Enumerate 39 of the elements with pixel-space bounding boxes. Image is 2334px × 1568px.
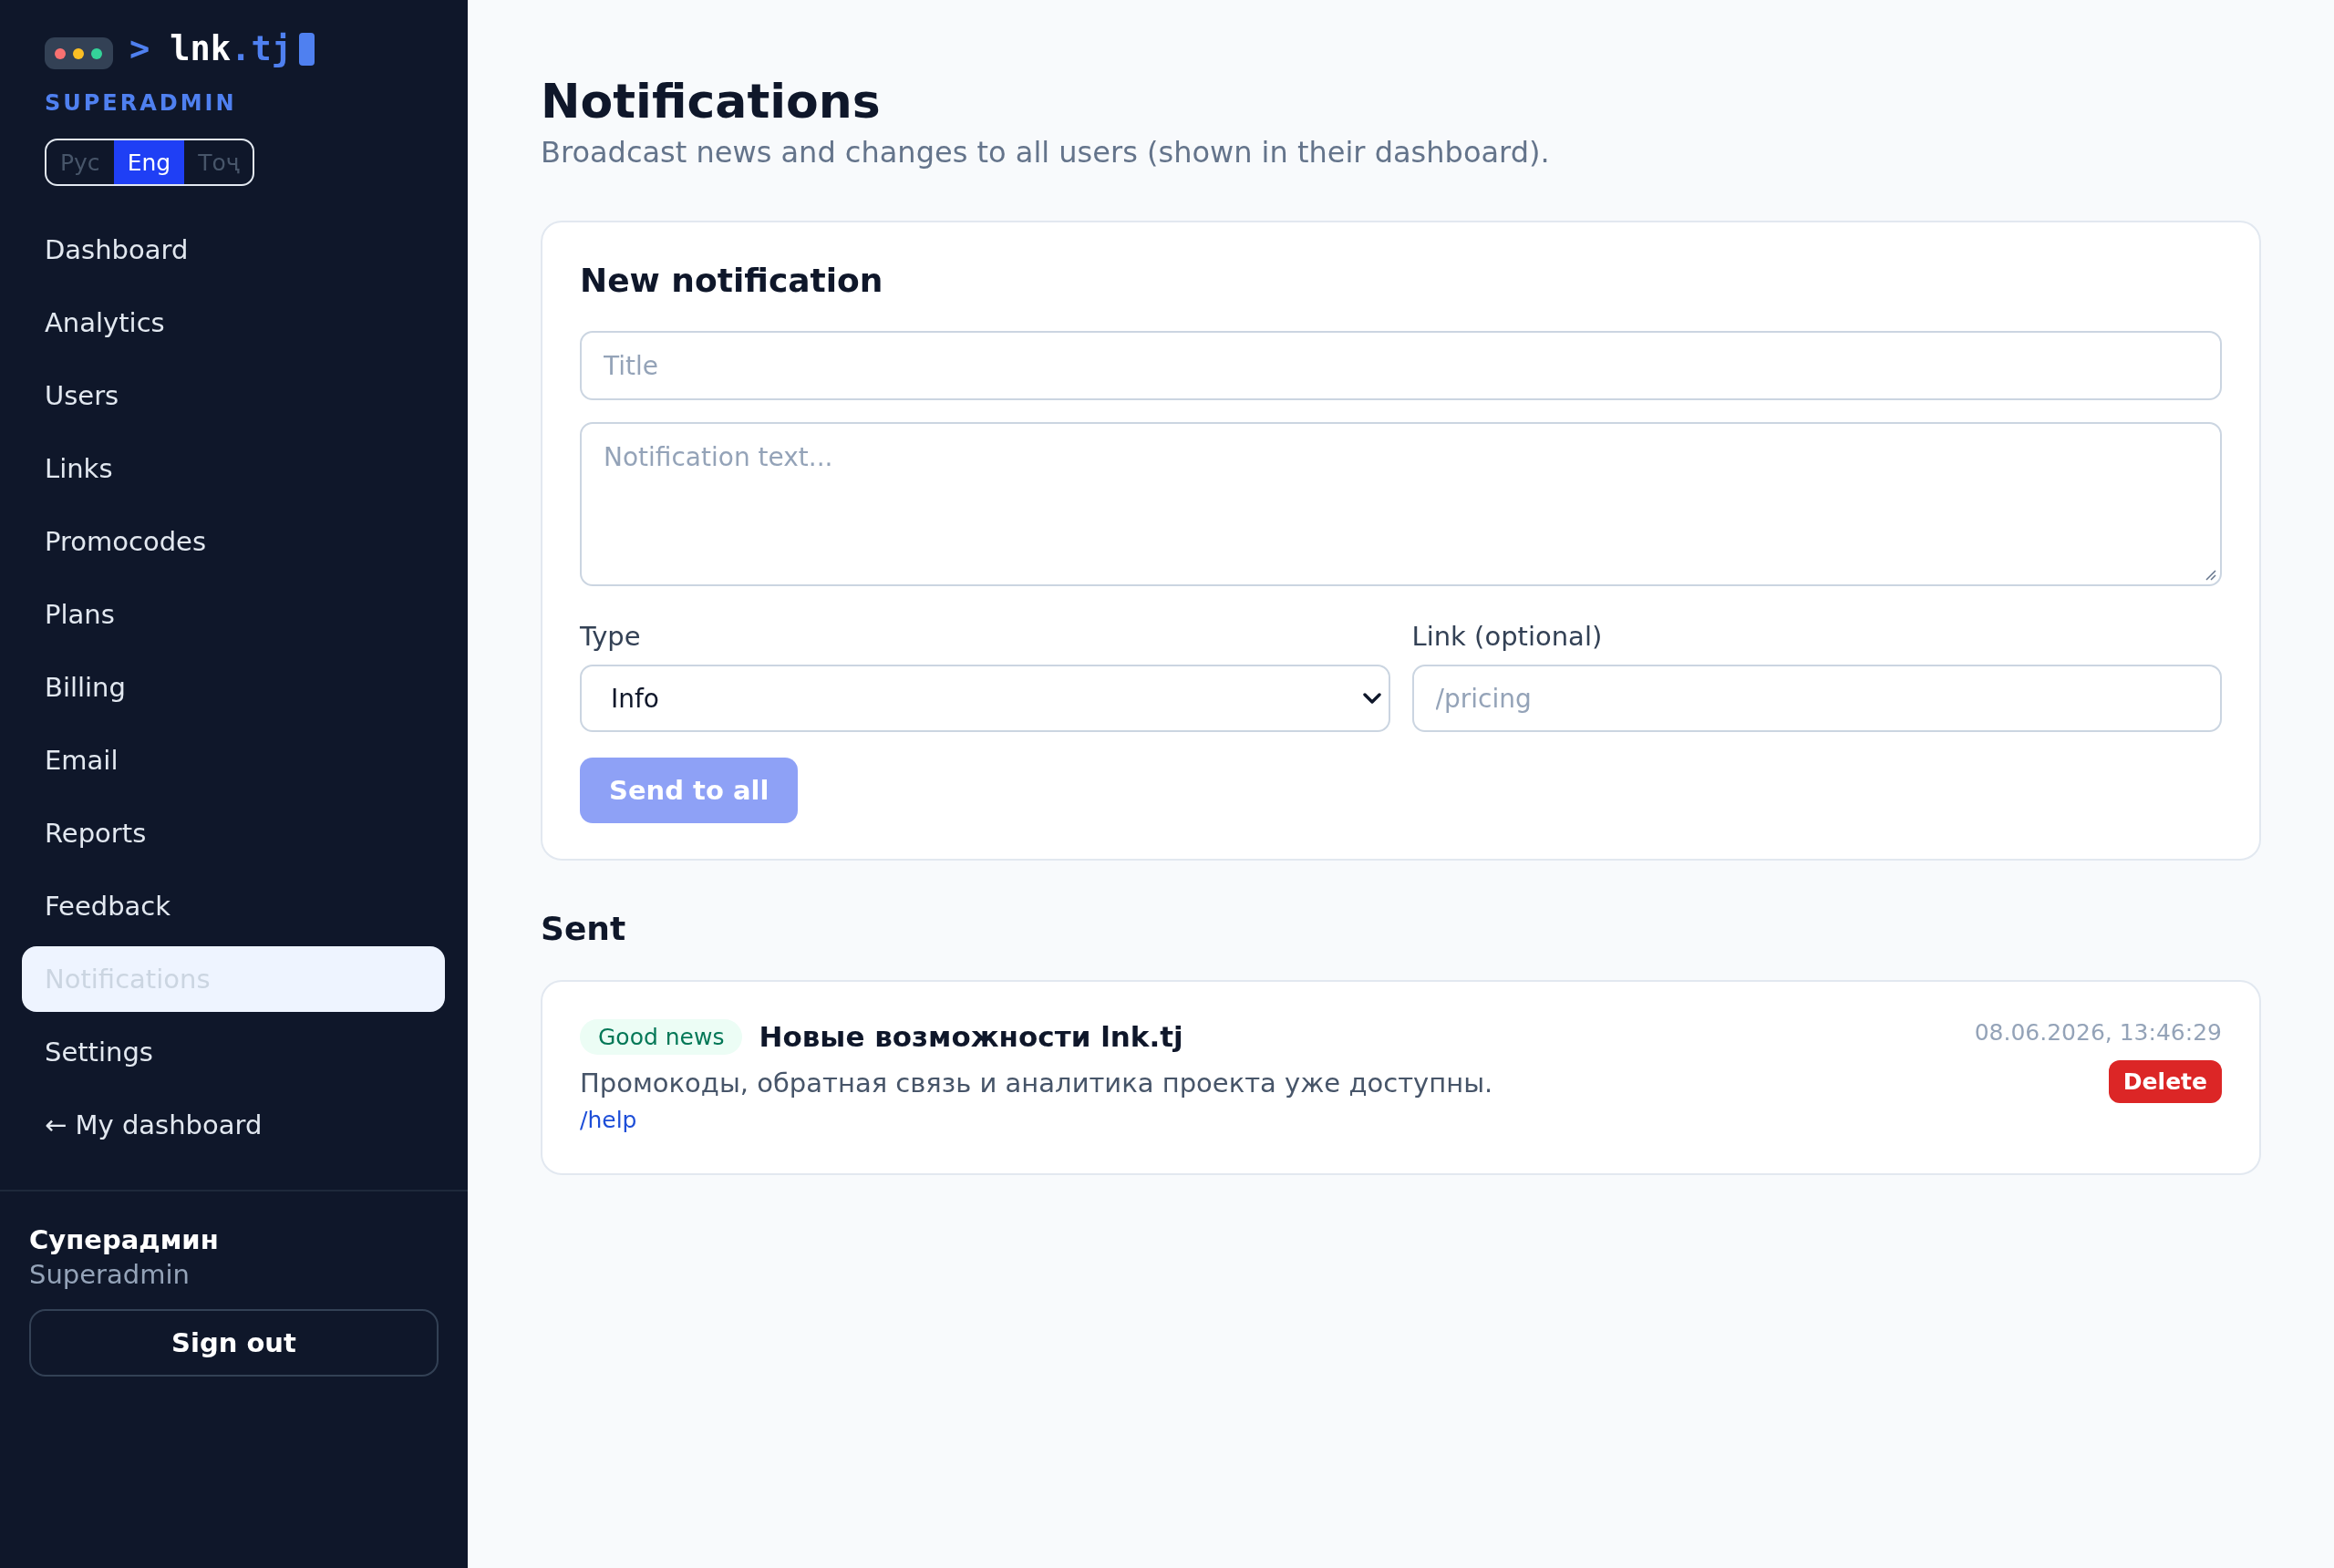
notification-text-field[interactable]: Notification text... — [580, 422, 2222, 586]
resize-handle-icon — [2204, 568, 2216, 581]
nav-item[interactable]: Feedback — [22, 873, 445, 939]
card-heading: New notification — [580, 261, 884, 301]
page-subtitle: Broadcast news and changes to all users (shown in their dashboard). — [541, 134, 1551, 171]
nav-item[interactable]: Promocodes — [22, 509, 445, 574]
user-role: Superadmin — [29, 1258, 191, 1292]
nav-item[interactable]: ← My dashboard — [22, 1092, 445, 1158]
field-label: Link (optional) — [1411, 620, 1604, 654]
delete-button[interactable]: Delete — [2108, 1060, 2222, 1103]
user-name: Суперадмин — [29, 1223, 220, 1257]
logo-text: lnk.tj — [170, 31, 292, 67]
notification-link[interactable]: /help — [580, 1106, 637, 1135]
nav-item[interactable]: Email — [22, 727, 445, 793]
type-badge: Good news — [580, 1018, 743, 1055]
notification-text: Промокоды, обратная связь и аналитика проекта уже доступны. — [580, 1067, 1493, 1100]
language-option[interactable]: Eng — [113, 140, 185, 184]
nav-item[interactable]: Reports — [22, 800, 445, 866]
sign-out-button[interactable]: Sign out — [29, 1309, 439, 1377]
nav-item[interactable]: Plans — [22, 582, 445, 647]
timestamp: 08.06.2026, 13:46:29 — [1974, 1018, 2222, 1047]
type-select[interactable]: Info — [580, 665, 1390, 732]
field-label: Type — [580, 620, 642, 654]
link-input[interactable]: /pricing — [1411, 665, 2222, 732]
nav-item[interactable]: Billing — [22, 655, 445, 720]
role-label: SUPERADMIN — [44, 89, 238, 117]
text-cursor-icon — [298, 33, 315, 66]
section-heading: Sent — [541, 909, 627, 949]
notification-title: Новые возможности lnk.tj — [759, 1019, 1183, 1055]
nav-item[interactable]: Users — [22, 363, 445, 428]
terminal-window-icon — [45, 36, 113, 69]
chevron-down-icon — [1362, 693, 1381, 704]
nav-item[interactable]: Dashboard — [22, 217, 445, 283]
nav-item[interactable]: Settings — [22, 1019, 445, 1085]
page-title: Notifications — [541, 73, 882, 129]
nav-item[interactable]: Analytics — [22, 290, 445, 356]
title-input[interactable]: Title — [580, 331, 2222, 400]
prompt-symbol: > — [129, 31, 150, 67]
nav-item[interactable]: Links — [22, 436, 445, 501]
